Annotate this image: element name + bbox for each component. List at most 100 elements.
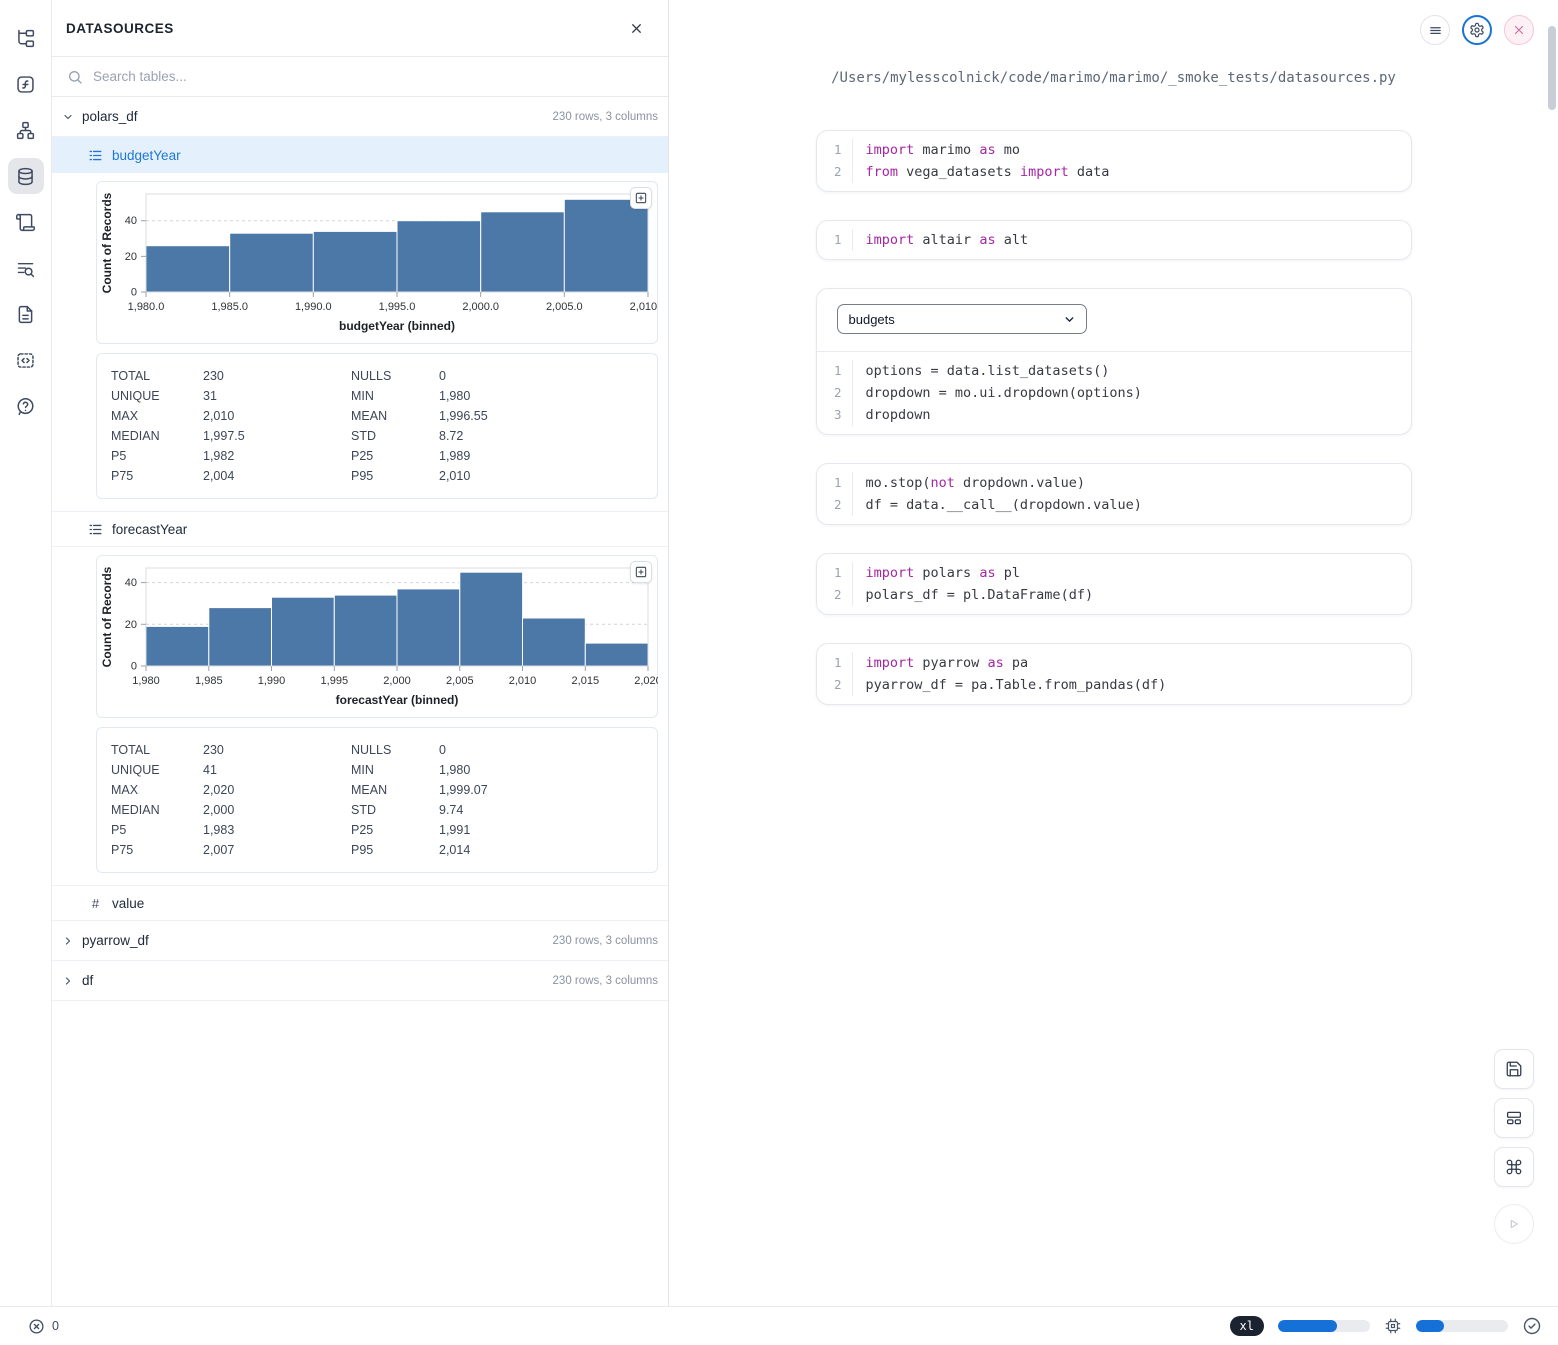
scroll-icon[interactable] [8, 204, 44, 240]
code-cell-imports[interactable]: 1import marimo as mo2from vega_datasets … [816, 130, 1412, 192]
stat-value: 230 [203, 740, 351, 760]
code-text[interactable]: import marimo as mo [853, 139, 1020, 161]
list-column-icon [88, 148, 103, 163]
cell-output: budgets [817, 289, 1411, 351]
stat-row: MAX2,010MEAN1,996.55 [111, 406, 643, 426]
panel-title: DATASOURCES [66, 21, 174, 36]
code-cell-pyarrow[interactable]: 1import pyarrow as pa2pyarrow_df = pa.Ta… [816, 643, 1412, 705]
width-badge[interactable]: xl [1230, 1316, 1264, 1336]
column-row-budgetyear[interactable]: budgetYear [52, 137, 668, 173]
histogram-panel-forecastyear: 020401,9801,9851,9901,9952,0002,0052,010… [96, 555, 658, 718]
stat-label: MIN [351, 760, 439, 780]
settings-gear-icon[interactable] [1462, 15, 1492, 45]
svg-text:1,995.0: 1,995.0 [379, 301, 416, 313]
line-number: 1 [817, 139, 853, 161]
error-indicator[interactable]: 0 [28, 1318, 59, 1335]
svg-text:1,980: 1,980 [132, 675, 160, 687]
datasources-panel: DATASOURCES polars_df 230 rows, 3 column… [52, 0, 669, 1306]
code-text[interactable]: pyarrow_df = pa.Table.from_pandas(df) [853, 674, 1167, 696]
svg-text:2,005: 2,005 [446, 675, 474, 687]
stat-row: UNIQUE41MIN1,980 [111, 760, 643, 780]
stat-value: 1,996.55 [439, 406, 643, 426]
save-icon[interactable] [1494, 1049, 1534, 1089]
stat-label: P95 [351, 840, 439, 860]
svg-text:2,010: 2,010 [509, 675, 537, 687]
line-number: 1 [817, 652, 853, 674]
table-row-polars-df[interactable]: polars_df 230 rows, 3 columns [52, 97, 668, 137]
code-text[interactable]: options = data.list_datasets() [853, 360, 1110, 382]
column-row-forecastyear[interactable]: forecastYear [52, 511, 668, 547]
run-icon[interactable] [1494, 1204, 1534, 1244]
svg-text:40: 40 [125, 577, 137, 589]
layout-panels-icon[interactable] [1494, 1098, 1534, 1138]
stat-value: 1,980 [439, 386, 643, 406]
stat-value: 8.72 [439, 426, 643, 446]
svg-text:forecastYear (binned): forecastYear (binned) [336, 693, 459, 707]
code-text[interactable]: import pyarrow as pa [853, 652, 1029, 674]
table-name: polars_df [82, 109, 138, 124]
code-text[interactable]: polars_df = pl.DataFrame(df) [853, 584, 1094, 606]
search-bar [52, 57, 668, 97]
scrollbar-thumb[interactable] [1548, 26, 1556, 110]
code-text[interactable]: import altair as alt [853, 229, 1029, 251]
stat-row: TOTAL230NULLS0 [111, 366, 643, 386]
expand-chart-button[interactable] [630, 561, 652, 583]
stat-label: NULLS [351, 366, 439, 386]
code-line: 2dropdown = mo.ui.dropdown(options) [817, 382, 1411, 404]
code-text[interactable]: import polars as pl [853, 562, 1020, 584]
stat-row: TOTAL230NULLS0 [111, 740, 643, 760]
svg-text:Count of Records: Count of Records [100, 192, 114, 293]
svg-text:2,020: 2,020 [634, 675, 658, 687]
stat-row: P51,982P251,989 [111, 446, 643, 466]
code-line: 1import polars as pl [817, 562, 1411, 584]
stat-label: MEDIAN [111, 800, 203, 820]
line-number: 3 [817, 404, 853, 426]
status-bar: 0 xl [0, 1306, 1558, 1345]
table-row-df[interactable]: df 230 rows, 3 columns [52, 961, 668, 1001]
stat-value: 1,991 [439, 820, 643, 840]
expand-chart-button[interactable] [630, 187, 652, 209]
database-icon[interactable] [8, 158, 44, 194]
file-tree-icon[interactable] [8, 20, 44, 56]
function-square-icon[interactable] [8, 66, 44, 102]
line-number: 2 [817, 584, 853, 606]
stat-label: P25 [351, 446, 439, 466]
code-cell-dropdown[interactable]: budgets 1options = data.list_datasets()2… [816, 288, 1412, 435]
code-snippet-icon[interactable] [8, 342, 44, 378]
shutdown-icon[interactable] [1504, 15, 1534, 45]
stats-table-budgetyear: TOTAL230NULLS0UNIQUE31MIN1,980MAX2,010ME… [96, 353, 658, 499]
svg-text:20: 20 [125, 619, 137, 631]
code-text[interactable]: dropdown = mo.ui.dropdown(options) [853, 382, 1142, 404]
dependency-graph-icon[interactable] [8, 112, 44, 148]
svg-text:40: 40 [125, 215, 137, 227]
code-cell-polars[interactable]: 1import polars as pl2polars_df = pl.Data… [816, 553, 1412, 615]
stat-value: 0 [439, 366, 643, 386]
close-panel-icon[interactable] [629, 21, 644, 36]
usage-meter-1 [1278, 1320, 1370, 1332]
stat-label: MEDIAN [111, 426, 203, 446]
column-row-value[interactable]: # value [52, 885, 668, 921]
dataset-dropdown[interactable]: budgets [837, 304, 1087, 334]
code-text[interactable]: df = data.__call__(dropdown.value) [853, 494, 1142, 516]
panel-header: DATASOURCES [52, 0, 668, 57]
stat-label: UNIQUE [111, 386, 203, 406]
stat-label: P5 [111, 446, 203, 466]
code-text[interactable]: mo.stop(not dropdown.value) [853, 472, 1085, 494]
code-line: 1options = data.list_datasets() [817, 360, 1411, 382]
code-text[interactable]: from vega_datasets import data [853, 161, 1110, 183]
document-icon[interactable] [8, 296, 44, 332]
stat-row: MEDIAN2,000STD9.74 [111, 800, 643, 820]
code-text[interactable]: dropdown [853, 404, 931, 426]
search-logs-icon[interactable] [8, 250, 44, 286]
search-input[interactable] [93, 69, 653, 84]
command-icon[interactable] [1494, 1147, 1534, 1187]
help-bubble-icon[interactable] [8, 388, 44, 424]
stat-value: 1,997.5 [203, 426, 351, 446]
code-cell-altair[interactable]: 1import altair as alt [816, 220, 1412, 260]
menu-icon[interactable] [1420, 15, 1450, 45]
svg-text:1,990: 1,990 [258, 675, 286, 687]
stat-value: 2,020 [203, 780, 351, 800]
code-line: 1mo.stop(not dropdown.value) [817, 472, 1411, 494]
code-cell-stop[interactable]: 1mo.stop(not dropdown.value)2df = data._… [816, 463, 1412, 525]
table-row-pyarrow-df[interactable]: pyarrow_df 230 rows, 3 columns [52, 921, 668, 961]
